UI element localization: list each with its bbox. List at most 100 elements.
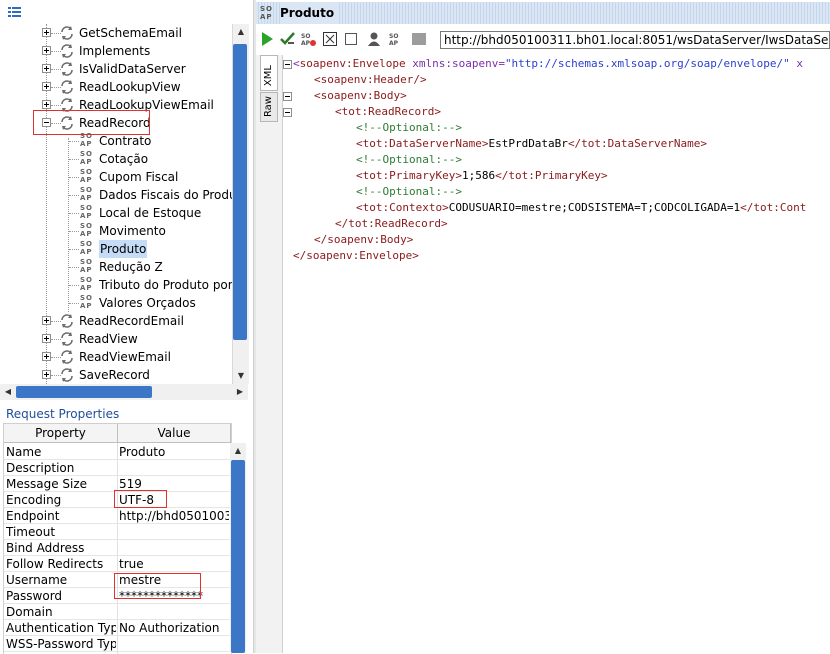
property-row[interactable]: Endpoint http://bhd0501003... <box>4 508 231 524</box>
property-row[interactable]: Authentication Type No Authorization <box>4 620 231 636</box>
tree-connector <box>69 285 79 286</box>
user-icon[interactable] <box>366 31 382 47</box>
property-name: Endpoint <box>6 509 60 523</box>
tree-connector <box>69 177 79 178</box>
soap-request-icon: SO AP <box>80 258 93 274</box>
tree-item-request[interactable]: SO AP Valores Orçados <box>0 294 232 312</box>
tree-vertical-scroll-thumb[interactable] <box>233 44 247 340</box>
tab-raw[interactable]: Raw <box>260 92 278 122</box>
operation-icon <box>61 350 73 364</box>
tree-item-label: ReadView <box>79 332 138 346</box>
tree-item-request[interactable]: SO AP Movimento <box>0 222 232 240</box>
property-value[interactable]: true <box>119 556 229 572</box>
tree-item-request[interactable]: SOAP Tributo do Produto por M <box>0 276 232 294</box>
tree-item-operation[interactable]: ReadRecordEmail <box>0 312 232 330</box>
tree-item-operation[interactable]: IsValidDataServer <box>0 60 232 78</box>
xml-line: <tot:DataServerName>EstPrdDataBr</tot:Da… <box>356 137 708 150</box>
tree-item-operation[interactable]: ReadViewEmail <box>0 348 232 366</box>
tree-connector <box>69 303 79 304</box>
endpoint-url-field[interactable]: http://bhd050100311.bh01.local:8051/wsDa… <box>440 31 830 49</box>
xml-editor[interactable]: <soapenv:Envelope xmlns:soapenv="http://… <box>283 56 830 653</box>
property-name: Bind Address <box>6 541 85 555</box>
property-row[interactable]: WSS-Password Type <box>4 636 231 652</box>
scroll-left-icon[interactable]: ◀ <box>0 384 16 400</box>
project-tree[interactable]: GetSchemaEmail Implements IsValidDataServe… <box>0 24 232 384</box>
tree-connector <box>69 159 79 160</box>
tree-item-request[interactable]: SO AP Cupom Fiscal <box>0 168 232 186</box>
column-header-value[interactable]: Value <box>118 424 231 443</box>
tree-horizontal-scroll-thumb[interactable] <box>16 386 152 398</box>
tree-item-operation[interactable]: ReadLookupView <box>0 78 232 96</box>
xml-comment: <!--Optional:--> <box>356 153 462 166</box>
expand-icon[interactable] <box>42 64 51 73</box>
tree-item-operation[interactable]: Implements <box>0 42 232 60</box>
tree-connector <box>69 267 79 268</box>
tree-item-label: ReadViewEmail <box>79 350 171 364</box>
fold-toggle-icon[interactable] <box>283 60 292 69</box>
list-view-icon[interactable] <box>8 7 21 17</box>
operation-icon <box>61 80 73 94</box>
tree-item-label: Movimento <box>99 224 166 238</box>
expand-icon[interactable] <box>42 352 51 361</box>
scroll-up-icon[interactable]: ▲ <box>233 24 249 40</box>
request-properties-table[interactable]: Property Value Name Produto Description Mes… <box>3 423 232 654</box>
scroll-down-icon[interactable]: ▼ <box>233 368 249 384</box>
expand-icon[interactable] <box>42 370 51 379</box>
svg-text:SO: SO <box>389 33 398 40</box>
operation-icon <box>61 26 73 40</box>
property-row[interactable]: Name Produto <box>4 444 231 460</box>
tree-connector <box>69 249 79 250</box>
tree-item-request[interactable]: SO AP Redução Z <box>0 258 232 276</box>
property-row[interactable]: Follow Redirects true <box>4 556 231 572</box>
tab-xml[interactable]: XML <box>260 55 278 91</box>
xml-line: </soapenv:Envelope> <box>293 249 419 262</box>
tree-item-operation[interactable]: SaveRecord <box>0 366 232 384</box>
property-row[interactable]: Description <box>4 460 231 476</box>
scroll-right-icon[interactable]: ▶ <box>232 384 248 400</box>
tree-item-label: IsValidDataServer <box>79 62 186 76</box>
tree-item-label: ReadRecordEmail <box>79 314 184 328</box>
xml-comment: <!--Optional:--> <box>356 185 462 198</box>
fold-toggle-icon[interactable] <box>283 92 292 101</box>
expand-icon[interactable] <box>42 316 51 325</box>
navigator-toolbar <box>0 0 253 24</box>
fit-window-icon[interactable] <box>322 31 338 47</box>
xml-line: <soapenv:Body> <box>314 89 407 102</box>
property-row[interactable]: Domain <box>4 604 231 620</box>
tree-item-request[interactable]: SO AP Produto <box>0 240 232 258</box>
tree-item-operation[interactable]: ReadView <box>0 330 232 348</box>
property-name: Description <box>6 461 75 475</box>
expand-icon[interactable] <box>42 100 51 109</box>
expand-icon[interactable] <box>42 82 51 91</box>
tree-item-request[interactable]: SOAP Dados Fiscais do Produto <box>0 186 232 204</box>
tree-item-operation[interactable]: GetSchemaEmail <box>0 24 232 42</box>
property-row[interactable]: Timeout <box>4 524 231 540</box>
expand-icon[interactable] <box>42 28 51 37</box>
stop-icon[interactable] <box>343 31 359 47</box>
property-value[interactable]: No Authorization <box>119 620 229 636</box>
tree-item-label: Redução Z <box>99 260 163 274</box>
property-value[interactable]: Produto <box>119 444 229 460</box>
tree-item-label: Produto <box>99 240 148 258</box>
validate-icon[interactable] <box>280 31 296 47</box>
soap-request-icon: SO AP <box>80 294 93 310</box>
operation-icon <box>61 62 73 76</box>
scroll-up-icon[interactable]: ▲ <box>230 443 246 459</box>
expand-icon[interactable] <box>42 46 51 55</box>
operation-icon <box>61 368 73 382</box>
soap-options-icon[interactable]: SOAP <box>388 31 404 47</box>
property-value[interactable]: http://bhd0501003... <box>119 508 229 524</box>
xml-line: <tot:Contexto>CODUSUARIO=mestre;CODSISTE… <box>356 201 807 214</box>
tree-item-request[interactable]: SO AP Cotação <box>0 150 232 168</box>
run-icon[interactable] <box>259 31 275 47</box>
soap-request-icon: SO AP <box>80 276 93 292</box>
tree-item-label: Tributo do Produto por M <box>99 278 232 292</box>
expand-icon[interactable] <box>42 334 51 343</box>
tree-connector <box>69 213 79 214</box>
tree-item-request[interactable]: SO AP Local de Estoque <box>0 204 232 222</box>
fold-toggle-icon[interactable] <box>283 108 292 117</box>
column-header-property[interactable]: Property <box>4 424 118 443</box>
property-row[interactable]: Bind Address <box>4 540 231 556</box>
create-request-icon[interactable]: SOAP <box>300 31 316 47</box>
properties-vertical-scroll-thumb[interactable] <box>231 460 245 653</box>
